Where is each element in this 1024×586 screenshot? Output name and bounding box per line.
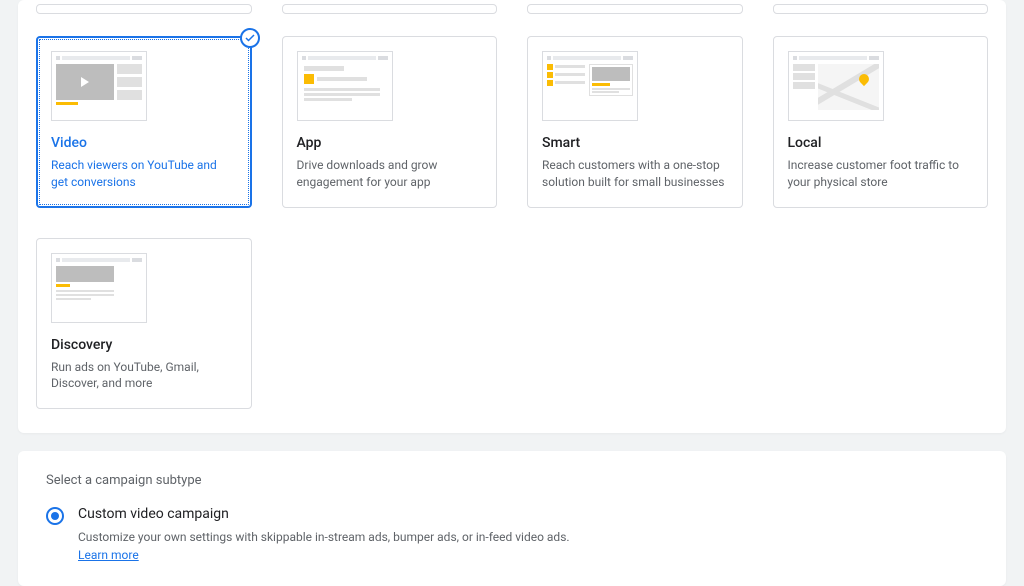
subtype-option-custom[interactable]: Custom video campaign Customize your own… xyxy=(46,506,978,564)
card-desc: Increase customer foot traffic to your p… xyxy=(788,157,974,191)
subtype-heading: Select a campaign subtype xyxy=(46,473,978,488)
subtype-option-desc: Customize your own settings with skippab… xyxy=(78,528,598,564)
selected-check-icon xyxy=(240,28,260,48)
card-title: App xyxy=(297,135,483,151)
card-title: Discovery xyxy=(51,337,237,353)
thumbnail-local xyxy=(788,51,884,121)
thumbnail-discovery xyxy=(51,253,147,323)
campaign-type-card-smart[interactable]: Smart Reach customers with a one-stop so… xyxy=(527,36,743,208)
campaign-type-card-video[interactable]: Video Reach viewers on YouTube and get c… xyxy=(36,36,252,208)
card-desc: Reach customers with a one-stop solution… xyxy=(542,157,728,191)
card-title: Local xyxy=(788,135,974,151)
thumbnail-video xyxy=(51,51,147,121)
card-desc: Drive downloads and grow engagement for … xyxy=(297,157,483,191)
learn-more-link[interactable]: Learn more xyxy=(78,548,139,562)
campaign-type-card-app[interactable]: App Drive downloads and grow engagement … xyxy=(282,36,498,208)
card-title: Smart xyxy=(542,135,728,151)
campaign-type-grid: Video Reach viewers on YouTube and get c… xyxy=(36,36,988,409)
previous-row-placeholder xyxy=(36,4,988,22)
card-title: Video xyxy=(51,135,237,151)
thumbnail-app xyxy=(297,51,393,121)
campaign-type-panel: Video Reach viewers on YouTube and get c… xyxy=(18,0,1006,433)
card-desc: Reach viewers on YouTube and get convers… xyxy=(51,157,237,191)
campaign-type-card-discovery[interactable]: Discovery Run ads on YouTube, Gmail, Dis… xyxy=(36,238,252,410)
campaign-type-card-local[interactable]: Local Increase customer foot traffic to … xyxy=(773,36,989,208)
radio-selected-icon[interactable] xyxy=(46,507,64,525)
card-desc: Run ads on YouTube, Gmail, Discover, and… xyxy=(51,359,237,393)
thumbnail-smart xyxy=(542,51,638,121)
campaign-subtype-panel: Select a campaign subtype Custom video c… xyxy=(18,451,1006,586)
subtype-option-title: Custom video campaign xyxy=(78,506,598,522)
